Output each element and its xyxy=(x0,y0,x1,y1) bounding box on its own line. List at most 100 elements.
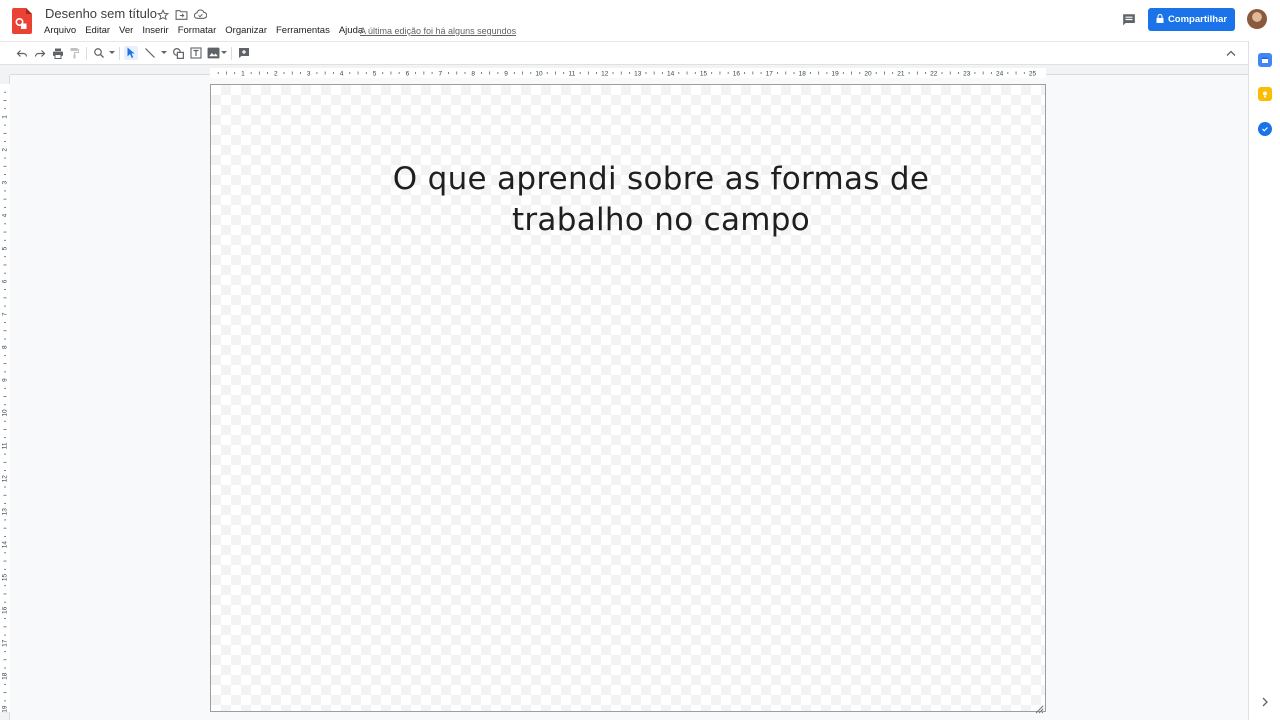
menu-ferramentas[interactable]: Ferramentas xyxy=(276,25,330,37)
calendar-icon[interactable] xyxy=(1258,53,1272,67)
collapse-icon[interactable] xyxy=(1224,46,1238,60)
ruler-label: 15 xyxy=(700,71,708,78)
canvas-text-line: trabalho no campo xyxy=(511,202,811,238)
image-caret-icon[interactable] xyxy=(221,51,227,54)
menu-editar[interactable]: Editar xyxy=(85,25,110,37)
ruler-label: 19 xyxy=(2,705,9,713)
ruler-label: 17 xyxy=(766,71,774,78)
ruler-label: 21 xyxy=(897,71,905,78)
expand-panel-icon[interactable] xyxy=(1259,696,1271,708)
image-icon[interactable] xyxy=(206,46,220,60)
star-icon[interactable] xyxy=(155,7,170,22)
ruler-label: 11 xyxy=(569,71,576,78)
menu-ver[interactable]: Ver xyxy=(119,25,133,37)
vertical-ruler[interactable]: 1 2 3 4 5 6 7 8 9 10 11 12 13 14 15 16 17 18 19 xyxy=(0,75,10,720)
zoom-caret-icon[interactable] xyxy=(109,51,115,54)
ruler-label: 17 xyxy=(2,639,9,647)
ruler-label: 14 xyxy=(667,71,675,78)
cloud-saved-icon[interactable] xyxy=(193,7,208,22)
line-icon[interactable] xyxy=(143,46,157,60)
ruler-label: 23 xyxy=(963,71,971,78)
ruler-label: 2 xyxy=(274,71,278,78)
ruler-label: 22 xyxy=(930,71,938,78)
title-actions xyxy=(155,7,208,22)
ruler-label: 12 xyxy=(2,475,9,483)
ruler-label: 14 xyxy=(2,541,9,549)
toolbar-divider xyxy=(119,47,120,60)
avatar[interactable] xyxy=(1247,9,1267,29)
ruler-label: 3 xyxy=(307,71,311,78)
ruler-label: 8 xyxy=(2,345,9,349)
zoom-icon[interactable] xyxy=(92,46,106,60)
undo-icon[interactable] xyxy=(15,46,29,60)
horizontal-ruler-scale: 1 2 3 4 5 6 7 8 9 10 11 12 13 14 15 16 17 18 19 20 21 22 23 24 2… xyxy=(210,68,1046,78)
ruler-label: 15 xyxy=(2,574,9,582)
ruler-label: 8 xyxy=(471,71,475,78)
ruler-corner xyxy=(0,65,10,75)
share-button[interactable]: Compartilhar xyxy=(1148,8,1235,31)
ruler-label: 19 xyxy=(831,71,839,78)
drawing-page[interactable]: O que aprendi sobre as formas de trabalh… xyxy=(210,84,1046,714)
ruler-label: 9 xyxy=(2,378,9,382)
ruler-label: 16 xyxy=(2,606,9,614)
document-title[interactable]: Desenho sem título xyxy=(45,6,157,22)
page-resize-handle[interactable] xyxy=(1035,701,1044,714)
canvas-textbox[interactable]: O que aprendi sobre as formas de trabalh… xyxy=(371,159,951,241)
tasks-icon[interactable] xyxy=(1258,122,1272,136)
ruler-label: 20 xyxy=(864,71,872,78)
ruler-label: 2 xyxy=(2,148,9,152)
shape-icon[interactable] xyxy=(171,46,185,60)
keep-icon[interactable] xyxy=(1258,87,1272,101)
toolbar-divider xyxy=(231,47,232,60)
ruler-label: 12 xyxy=(601,71,609,78)
paint-format-icon[interactable] xyxy=(67,46,81,60)
move-to-folder-icon[interactable] xyxy=(174,7,189,22)
ruler-label: 11 xyxy=(2,442,9,449)
canvas-area[interactable]: 1 2 3 4 5 6 7 8 9 10 11 12 13 14 15 16 17 18 19 20 21 22 23 24 2… xyxy=(0,64,1248,720)
header: Desenho sem título Arquivo Editar Ver In… xyxy=(0,0,1280,41)
line-caret-icon[interactable] xyxy=(161,51,167,54)
ruler-label: 7 xyxy=(2,312,9,316)
select-icon[interactable] xyxy=(124,46,138,60)
horizontal-ruler[interactable]: 1 2 3 4 5 6 7 8 9 10 11 12 13 14 15 16 17 18 19 20 21 22 23 24 2… xyxy=(10,65,1248,78)
ruler-label: 16 xyxy=(733,71,741,78)
add-comment-icon[interactable] xyxy=(237,46,251,60)
drawings-app-icon[interactable] xyxy=(12,8,32,34)
ruler-label: 18 xyxy=(2,672,9,680)
ruler-label: 4 xyxy=(2,213,9,217)
ruler-label: 10 xyxy=(535,71,543,78)
menu-formatar[interactable]: Formatar xyxy=(178,25,217,37)
textbox-icon[interactable] xyxy=(189,46,203,60)
canvas-text-line: O que aprendi sobre as formas de xyxy=(392,161,930,197)
toolbar-divider xyxy=(86,47,87,60)
redo-icon[interactable] xyxy=(33,46,47,60)
comment-icon[interactable] xyxy=(1120,11,1138,27)
print-icon[interactable] xyxy=(51,46,65,60)
ruler-label: 10 xyxy=(2,409,9,417)
menu-organizar[interactable]: Organizar xyxy=(225,25,267,37)
ruler-label: 24 xyxy=(996,71,1004,78)
menu-bar: Arquivo Editar Ver Inserir Formatar Orga… xyxy=(44,25,372,37)
vertical-ruler-scale: 12345678910111213141516171819 xyxy=(0,84,10,713)
ruler-label: 6 xyxy=(2,279,9,283)
menu-inserir[interactable]: Inserir xyxy=(142,25,168,37)
toolbar xyxy=(0,41,1248,64)
menu-arquivo[interactable]: Arquivo xyxy=(44,25,76,37)
side-panel xyxy=(1248,41,1280,720)
ruler-label: 4 xyxy=(340,71,344,78)
ruler-label: 9 xyxy=(504,71,508,78)
ruler-label: 25 xyxy=(1029,71,1037,78)
ruler-label: 6 xyxy=(406,71,410,78)
drawings-app: Desenho sem título Arquivo Editar Ver In… xyxy=(0,0,1280,720)
ruler-label: 13 xyxy=(634,71,642,78)
ruler-label: 1 xyxy=(241,71,245,78)
ruler-label: 3 xyxy=(2,181,9,185)
ruler-label: 5 xyxy=(2,246,9,250)
ruler-label: 5 xyxy=(373,71,377,78)
ruler-label: 1 xyxy=(2,115,9,119)
ruler-label: 13 xyxy=(2,508,9,516)
last-edit-link[interactable]: A última edição foi há alguns segundos xyxy=(360,25,516,37)
lock-icon xyxy=(1156,13,1164,26)
ruler-label: 18 xyxy=(799,71,807,78)
ruler-label: 7 xyxy=(438,71,442,78)
